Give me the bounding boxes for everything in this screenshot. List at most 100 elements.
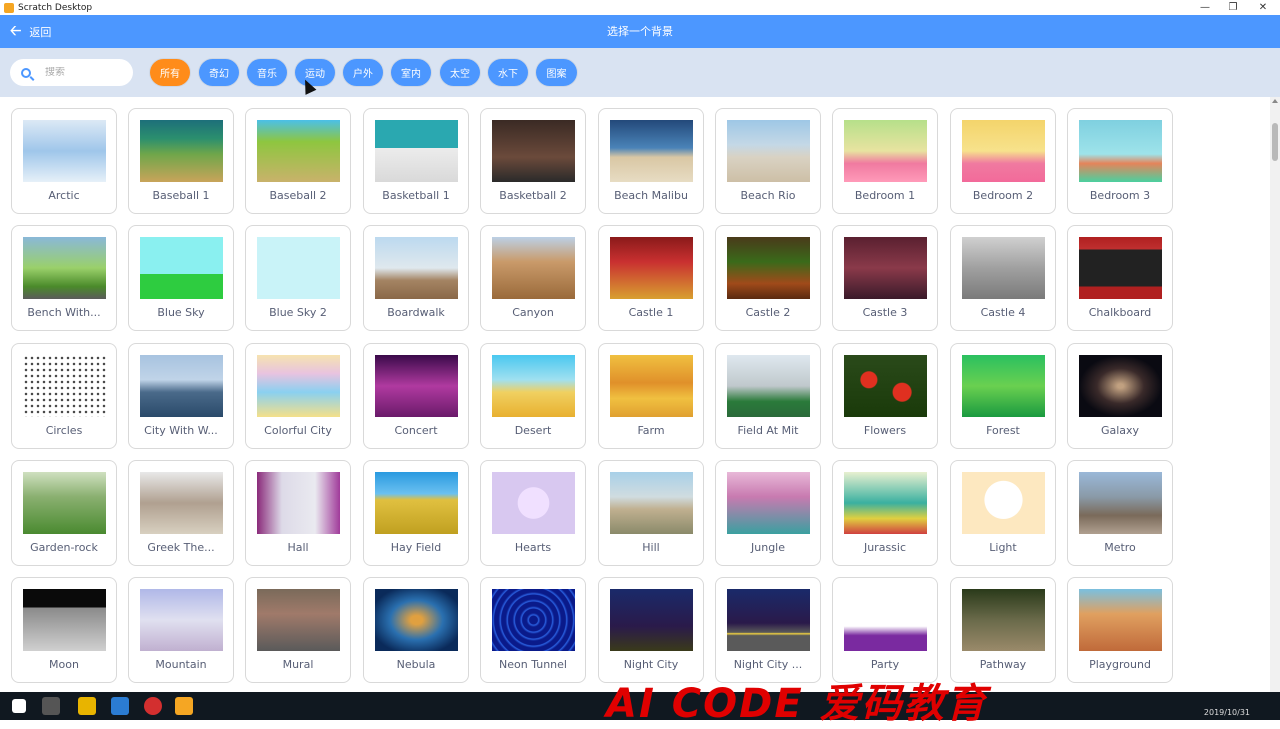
scratch-taskbar-icon[interactable] xyxy=(175,697,193,715)
backdrop-label: Canyon xyxy=(512,306,554,319)
backdrop-card[interactable]: Pathway xyxy=(950,577,1056,683)
backdrop-card[interactable]: Beach Rio xyxy=(715,108,821,214)
backdrop-card[interactable]: Nebula xyxy=(363,577,469,683)
backdrop-card[interactable]: Castle 1 xyxy=(598,225,704,331)
backdrop-card[interactable]: Party xyxy=(832,577,938,683)
recorder-icon[interactable] xyxy=(144,697,162,715)
backdrop-thumbnail xyxy=(1079,355,1162,417)
backdrop-card[interactable]: Bench With... xyxy=(11,225,117,331)
backdrop-card[interactable]: Mountain xyxy=(128,577,234,683)
maximize-button[interactable]: ❐ xyxy=(1218,0,1248,15)
backdrop-card[interactable]: City With W... xyxy=(128,343,234,449)
backdrop-card[interactable]: Castle 2 xyxy=(715,225,821,331)
backdrop-card[interactable]: Bedroom 3 xyxy=(1067,108,1173,214)
backdrop-card[interactable]: Hall xyxy=(245,460,351,566)
backdrop-card[interactable]: Baseball 2 xyxy=(245,108,351,214)
backdrop-card[interactable]: Playground xyxy=(1067,577,1173,683)
backdrop-card[interactable]: Farm xyxy=(598,343,704,449)
backdrop-card[interactable]: Light xyxy=(950,460,1056,566)
tag-6[interactable]: 太空 xyxy=(440,59,480,86)
backdrop-card[interactable]: Colorful City xyxy=(245,343,351,449)
backdrop-card[interactable]: Night City ... xyxy=(715,577,821,683)
backdrop-card[interactable]: Basketball 1 xyxy=(363,108,469,214)
backdrop-card[interactable]: Hay Field xyxy=(363,460,469,566)
tag-0[interactable]: 所有 xyxy=(150,59,190,86)
backdrop-card[interactable]: Circles xyxy=(11,343,117,449)
backdrop-card[interactable]: Night City xyxy=(598,577,704,683)
backdrop-card[interactable]: Jungle xyxy=(715,460,821,566)
backdrop-card[interactable]: Field At Mit xyxy=(715,343,821,449)
backdrop-card[interactable]: Concert xyxy=(363,343,469,449)
backdrop-label: Mountain xyxy=(155,658,207,671)
tag-5[interactable]: 室内 xyxy=(391,59,431,86)
search-input[interactable] xyxy=(45,67,125,78)
tag-2[interactable]: 音乐 xyxy=(247,59,287,86)
search-box[interactable] xyxy=(10,59,133,86)
backdrop-card[interactable]: Castle 3 xyxy=(832,225,938,331)
backdrop-card[interactable]: Jurassic xyxy=(832,460,938,566)
mail-icon[interactable] xyxy=(111,697,129,715)
backdrop-thumbnail xyxy=(844,120,927,182)
taskview-icon[interactable] xyxy=(42,697,60,715)
backdrop-card[interactable]: Canyon xyxy=(480,225,586,331)
backdrop-card[interactable]: Hill xyxy=(598,460,704,566)
backdrop-card[interactable]: Bedroom 2 xyxy=(950,108,1056,214)
backdrop-thumbnail xyxy=(492,589,575,651)
watermark: AI CODE 爱码教育 xyxy=(606,681,988,727)
backdrop-card[interactable]: Basketball 2 xyxy=(480,108,586,214)
backdrop-label: Flowers xyxy=(863,424,907,437)
backdrop-card[interactable]: Boardwalk xyxy=(363,225,469,331)
close-button[interactable]: ✕ xyxy=(1248,0,1278,15)
backdrop-label: Galaxy xyxy=(1100,424,1140,437)
tag-1[interactable]: 奇幻 xyxy=(199,59,239,86)
backdrop-thumbnail xyxy=(610,472,693,534)
backdrop-card[interactable]: Garden-rock xyxy=(11,460,117,566)
backdrop-card[interactable]: Mural xyxy=(245,577,351,683)
backdrop-card[interactable]: Greek The... xyxy=(128,460,234,566)
backdrop-card[interactable]: Desert xyxy=(480,343,586,449)
scrollbar[interactable] xyxy=(1270,97,1280,692)
backdrop-card[interactable]: Moon xyxy=(11,577,117,683)
backdrop-thumbnail xyxy=(1079,589,1162,651)
backdrop-label: Party xyxy=(870,658,900,671)
windows-start-icon[interactable] xyxy=(12,699,26,713)
backdrop-card[interactable]: Blue Sky 2 xyxy=(245,225,351,331)
backdrop-label: Moon xyxy=(49,658,79,671)
backdrop-card[interactable]: Arctic xyxy=(11,108,117,214)
backdrop-label: Farm xyxy=(637,424,665,437)
backdrop-card[interactable]: Castle 4 xyxy=(950,225,1056,331)
backdrop-thumbnail xyxy=(610,589,693,651)
minimize-button[interactable]: — xyxy=(1190,0,1220,15)
backdrop-card[interactable]: Baseball 1 xyxy=(128,108,234,214)
backdrop-label: Garden-rock xyxy=(30,541,98,554)
backdrop-label: Chalkboard xyxy=(1088,306,1152,319)
backdrop-label: Bench With... xyxy=(27,306,101,319)
backdrop-card[interactable]: Beach Malibu xyxy=(598,108,704,214)
file-explorer-icon[interactable] xyxy=(78,697,96,715)
filter-bar: 所有奇幻音乐运动户外室内太空水下图案 xyxy=(0,48,1280,97)
tag-8[interactable]: 图案 xyxy=(536,59,577,86)
backdrop-card[interactable]: Hearts xyxy=(480,460,586,566)
backdrop-card[interactable]: Forest xyxy=(950,343,1056,449)
backdrop-card[interactable]: Metro xyxy=(1067,460,1173,566)
backdrop-card[interactable]: Blue Sky xyxy=(128,225,234,331)
backdrop-card[interactable]: Bedroom 1 xyxy=(832,108,938,214)
backdrop-thumbnail xyxy=(727,237,810,299)
scrollbar-thumb[interactable] xyxy=(1272,123,1278,161)
scroll-up-icon[interactable] xyxy=(1272,99,1278,103)
backdrop-thumbnail xyxy=(23,589,106,651)
backdrop-label: Hay Field xyxy=(390,541,442,554)
backdrop-label: Forest xyxy=(986,424,1020,437)
scratch-app-icon xyxy=(4,2,14,13)
backdrop-card[interactable]: Chalkboard xyxy=(1067,225,1173,331)
backdrop-card[interactable]: Flowers xyxy=(832,343,938,449)
backdrop-label: Hill xyxy=(642,541,660,554)
backdrop-label: Night City xyxy=(623,658,679,671)
backdrop-thumbnail xyxy=(844,589,927,651)
backdrop-card[interactable]: Neon Tunnel xyxy=(480,577,586,683)
tag-7[interactable]: 水下 xyxy=(488,59,528,86)
tag-4[interactable]: 户外 xyxy=(343,59,383,86)
backdrop-card[interactable]: Galaxy xyxy=(1067,343,1173,449)
backdrop-thumbnail xyxy=(727,355,810,417)
backdrop-thumbnail xyxy=(257,237,340,299)
